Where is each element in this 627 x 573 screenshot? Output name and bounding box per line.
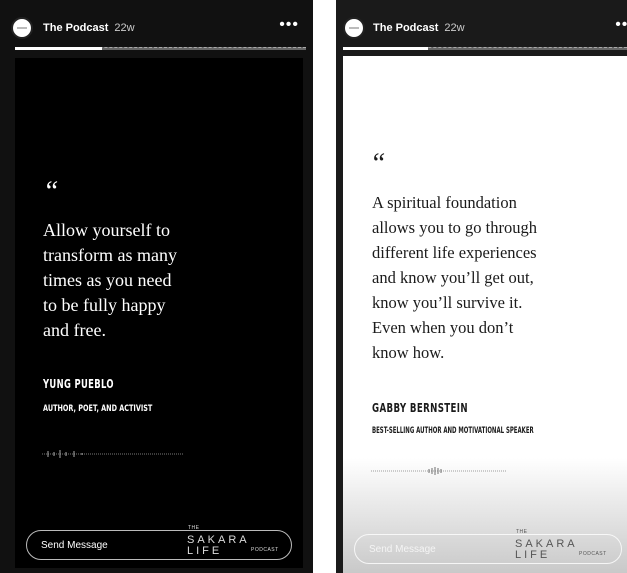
story-progress-bar [15,47,306,50]
quote-card: “ Allow yourself to transform as many ti… [15,58,303,568]
story-header: The Podcast 22w ••• [336,0,627,46]
more-options-icon[interactable]: ••• [615,16,627,34]
quote-text: A spiritual foundation allows you to go … [372,193,537,362]
logo-top-text: THE [516,529,528,535]
logo-main-text: SAKARA LIFE [515,538,578,561]
post-age: 22w [114,22,135,34]
story-right[interactable]: The Podcast 22w ••• “ A spiritual foundat… [336,0,627,573]
podcast-logo: THE SAKARA LIFE PODCAST [515,529,615,561]
send-message-placeholder: Send Message [41,540,108,551]
audio-waveform-icon [42,450,184,458]
quote-mark-icon: “ [370,148,386,179]
logo-bottom-text: PODCAST [251,547,279,553]
quote-author: YUNG PUEBLO [43,377,114,391]
account-name[interactable]: The Podcast 22w [43,22,135,34]
logo-top-text: THE [188,525,200,531]
quote-author: GABBY BERNSTEIN [372,401,468,415]
story-header: The Podcast 22w ••• [0,0,313,46]
podcast-logo: THE SAKARA LIFE PODCAST [187,525,287,557]
account-name-label[interactable]: The Podcast [43,22,108,34]
quote-text: Allow yourself to transform as many time… [43,220,177,340]
account-avatar[interactable] [343,17,365,39]
logo-main-text: SAKARA LIFE [187,534,250,557]
send-message-placeholder: Send Message [369,544,436,555]
story-progress-fill [15,47,103,50]
more-options-icon[interactable]: ••• [279,16,299,34]
story-progress-fill [343,47,429,50]
account-name[interactable]: The Podcast 22w [373,22,465,34]
author-role: AUTHOR, POET, AND ACTIVIST [43,404,153,414]
story-left[interactable]: The Podcast 22w ••• “ Allow yourself to t… [0,0,313,573]
account-name-label[interactable]: The Podcast [373,22,438,34]
story-progress-bar [343,47,627,50]
account-avatar[interactable] [11,17,33,39]
author-role: BEST-SELLING AUTHOR AND MOTIVATIONAL SPE… [372,426,534,436]
quote-mark-icon: “ [43,176,59,207]
post-age: 22w [444,22,465,34]
quote-card: “ A spiritual foundation allows you to g… [343,56,627,573]
logo-bottom-text: PODCAST [579,551,607,557]
